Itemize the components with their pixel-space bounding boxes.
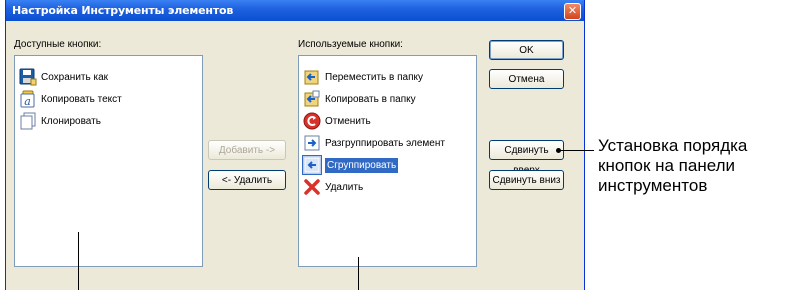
- move-to-folder-icon: [303, 68, 321, 86]
- move-down-button[interactable]: Сдвинуть вниз: [489, 170, 564, 190]
- list-item-label: Удалить: [325, 181, 364, 193]
- callout-text: Установка порядка кнопок на панели инстр…: [598, 136, 748, 195]
- svg-text:a: a: [24, 95, 31, 108]
- undo-icon: [303, 112, 321, 130]
- add-button[interactable]: Добавить ->: [208, 140, 286, 160]
- used-list-pointer-line: [358, 257, 359, 290]
- copy-text-icon: a: [19, 90, 37, 108]
- list-item[interactable]: Сохранить как: [19, 66, 108, 88]
- list-item[interactable]: Сгруппировать: [302, 154, 399, 176]
- group-icon: [302, 155, 322, 175]
- list-item-label: Переместить в папку: [325, 71, 424, 83]
- delete-icon: [303, 178, 321, 196]
- list-item-label: Копировать текст: [41, 93, 122, 105]
- ok-button[interactable]: OK: [489, 40, 564, 60]
- list-item-label: Копировать в папку: [325, 93, 416, 105]
- move-up-button[interactable]: Сдвинуть вверх: [489, 140, 564, 176]
- clone-icon: [19, 112, 37, 130]
- customize-toolbar-dialog: Настройка Инструменты элементов ✕ Доступ…: [5, 0, 585, 290]
- list-item[interactable]: a Копировать текст: [19, 88, 122, 110]
- list-item[interactable]: Разгруппировать элемент: [303, 132, 445, 154]
- available-buttons-label: Доступные кнопки:: [14, 39, 102, 50]
- remove-button[interactable]: <- Удалить: [208, 170, 286, 190]
- ungroup-icon: [303, 134, 321, 152]
- list-item[interactable]: Копировать в папку: [303, 88, 416, 110]
- title-bar[interactable]: Настройка Инструменты элементов ✕: [6, 0, 584, 21]
- used-buttons-label: Используемые кнопки:: [298, 39, 403, 50]
- available-buttons-list[interactable]: Сохранить как a Копировать текст Клониро…: [14, 55, 203, 267]
- available-list-pointer-line: [78, 232, 79, 290]
- callout-leader-line: [558, 150, 594, 151]
- list-item-label: Отменить: [325, 115, 371, 127]
- callout-dot: [556, 148, 561, 153]
- close-icon[interactable]: ✕: [564, 3, 581, 20]
- list-item[interactable]: Переместить в папку: [303, 66, 423, 88]
- list-item[interactable]: Отменить: [303, 110, 371, 132]
- list-item-label: Разгруппировать элемент: [325, 137, 445, 149]
- dialog-title: Настройка Инструменты элементов: [12, 4, 234, 17]
- save-as-icon: [19, 68, 37, 86]
- list-item-label: Сгруппировать: [325, 157, 399, 173]
- used-buttons-list[interactable]: Переместить в папку Копировать в папку О…: [298, 55, 477, 267]
- list-item-label: Клонировать: [41, 115, 101, 127]
- copy-to-folder-icon: [303, 90, 321, 108]
- list-item[interactable]: Удалить: [303, 176, 363, 198]
- list-item[interactable]: Клонировать: [19, 110, 101, 132]
- list-item-label: Сохранить как: [41, 71, 109, 83]
- cancel-button[interactable]: Отмена: [489, 69, 564, 89]
